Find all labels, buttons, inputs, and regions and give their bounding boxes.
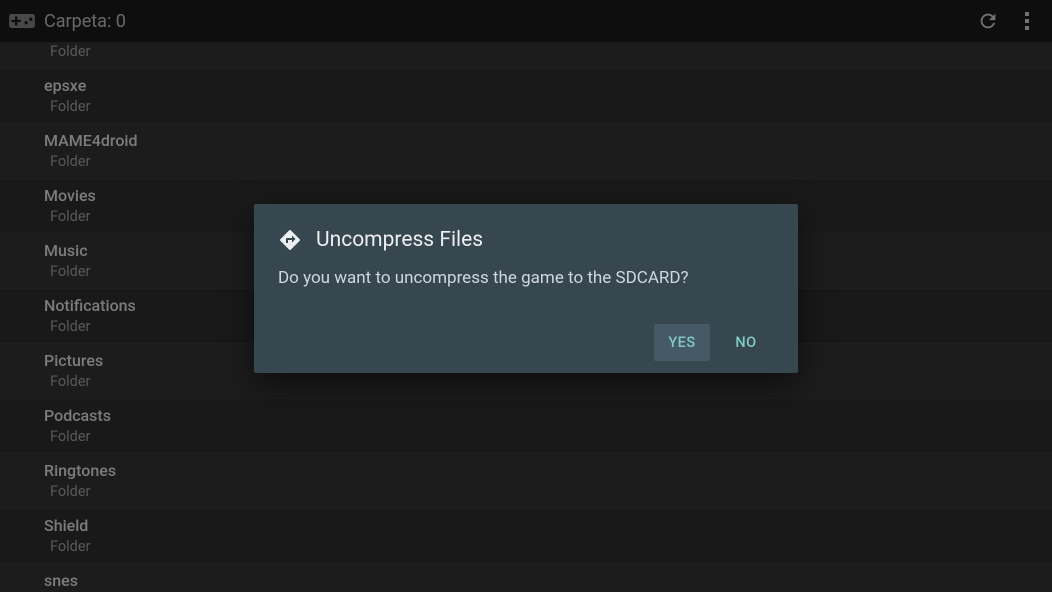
directions-icon	[278, 228, 302, 252]
dialog-title: Uncompress Files	[316, 228, 483, 252]
yes-button[interactable]: YES	[654, 324, 710, 361]
dialog-header: Uncompress Files	[278, 228, 774, 252]
dialog-actions: YES NO	[278, 324, 774, 367]
dialog-message: Do you want to uncompress the game to th…	[278, 266, 774, 290]
uncompress-dialog: Uncompress Files Do you want to uncompre…	[254, 204, 798, 373]
no-button[interactable]: NO	[718, 324, 774, 361]
modal-overlay[interactable]: Uncompress Files Do you want to uncompre…	[0, 0, 1052, 592]
